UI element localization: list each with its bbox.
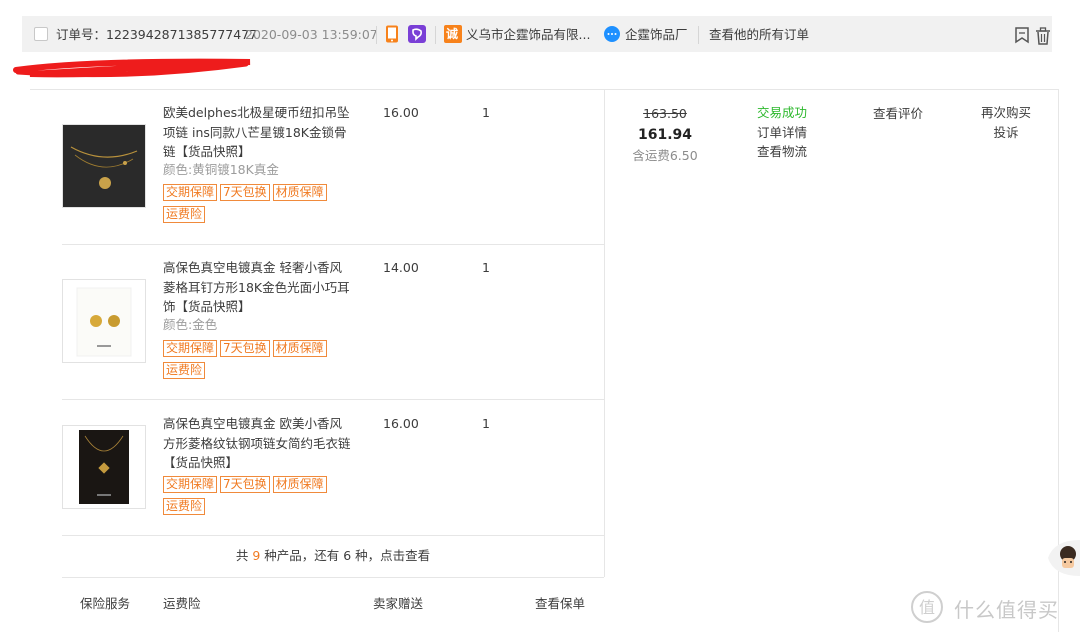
order-checkbox[interactable] — [34, 27, 48, 41]
order-number: 1223942871385777477 — [106, 27, 258, 42]
service-tag: 7天包换 — [220, 476, 270, 493]
more-text: 种产品，还有 — [260, 548, 344, 563]
svg-text:值: 值 — [919, 598, 935, 617]
service-tags: 交期保障 7天包换 材质保障运费险 — [163, 473, 353, 517]
trust-shop-badge-label: 诚 — [446, 27, 459, 41]
service-tag: 材质保障 — [272, 340, 327, 357]
row-divider — [62, 399, 604, 400]
product-sku: 颜色:金色 — [163, 317, 218, 332]
service-tag: 材质保障 — [272, 184, 327, 201]
seller-name-link[interactable]: 企霆饰品厂 — [625, 27, 688, 43]
all-orders-link[interactable]: 查看他的所有订单 — [709, 27, 809, 43]
service-tags: 交期保障 7天包换 材质保障运费险 — [163, 181, 353, 225]
status-badge: 交易成功 — [756, 105, 807, 120]
order-datetime: 2020-09-03 13:59:07 — [245, 27, 378, 42]
view-review-link[interactable]: 查看评价 — [873, 104, 923, 124]
table-top-border — [30, 89, 1058, 90]
watermark-text: 什么值得买 — [954, 598, 1059, 622]
product-title-link[interactable]: 欧美delphes北极星硬币纽扣吊坠项链 ins同款八芒星镀18K金锁骨链【货品… — [163, 103, 351, 162]
more-text: 共 — [235, 548, 253, 563]
order-number-label: 订单号： — [56, 27, 107, 42]
row-divider — [62, 535, 604, 536]
product-title[interactable]: 高保色真空电镀真金 欧美小香风方形菱格纹钛钢项链女简约毛衣链 — [163, 416, 351, 451]
snapshot-link[interactable]: 【货品快照】 — [176, 299, 251, 314]
chat-icon[interactable] — [604, 26, 620, 42]
unit-price: 16.00 — [383, 416, 419, 431]
flag-icon[interactable] — [1014, 27, 1030, 45]
complaint-link[interactable]: 投诉 — [966, 123, 1046, 143]
divider — [435, 26, 436, 44]
unit-price: 16.00 — [383, 105, 419, 120]
quantity: 1 — [482, 416, 490, 431]
more-text: 种，点击查看 — [351, 548, 431, 563]
order-status: 交易成功 订单详情 查看物流 — [742, 103, 822, 162]
service-tag: 7天包换 — [220, 340, 270, 357]
unit-price: 14.00 — [383, 260, 419, 275]
service-tag: 运费险 — [163, 498, 206, 515]
row-divider — [62, 577, 604, 578]
remaining-count: 6 — [343, 548, 352, 563]
shop-name-link[interactable]: 义乌市企霆饰品有限... — [466, 27, 590, 43]
paid-amount: 161.94 — [637, 126, 693, 143]
insurance-name: 运费险 — [163, 596, 201, 611]
service-tag: 7天包换 — [220, 184, 270, 201]
logistics-link[interactable]: 查看物流 — [742, 142, 822, 162]
order-detail-link[interactable]: 订单详情 — [742, 123, 822, 143]
price-summary: 163.50 161.94 含运费6.50 — [620, 104, 710, 165]
column-divider — [604, 89, 605, 577]
more-products-link[interactable]: 共 9 种产品，还有 6 种，点击查看 — [62, 545, 604, 564]
rebuy-button[interactable]: 再次购买 — [966, 103, 1046, 123]
original-price: 163.50 — [643, 106, 687, 121]
service-tags: 交期保障 7天包换 材质保障运费险 — [163, 337, 353, 381]
service-tag: 交期保障 — [163, 476, 218, 493]
service-tag: 交期保障 — [163, 184, 218, 201]
service-tag: 运费险 — [163, 362, 206, 379]
row-divider — [62, 244, 604, 245]
watermark-logo-icon: 值 — [910, 590, 944, 624]
quantity: 1 — [482, 260, 490, 275]
quantity: 1 — [482, 105, 490, 120]
insurance-label: 保险服务 — [80, 596, 131, 611]
trash-icon[interactable] — [1035, 27, 1051, 45]
service-tag: 运费险 — [163, 206, 206, 223]
service-tag: 交期保障 — [163, 340, 218, 357]
divider — [376, 26, 377, 44]
divider — [698, 26, 699, 44]
mascot-icon[interactable] — [1044, 538, 1080, 578]
snapshot-link[interactable]: 【货品快照】 — [176, 144, 251, 159]
product-thumbnail[interactable] — [62, 124, 146, 208]
product-thumbnail[interactable] — [62, 425, 146, 509]
insurance-giver: 卖家赠送 — [373, 596, 424, 611]
order-actions: 再次购买 投诉 — [966, 103, 1046, 142]
mobile-order-icon — [385, 25, 399, 43]
product-sku: 颜色:黄铜镀18K真金 — [163, 162, 279, 177]
product-title-link[interactable]: 高保色真空电镀真金 欧美小香风方形菱格纹钛钢项链女简约毛衣链【货品快照】 — [163, 414, 351, 473]
snapshot-link[interactable]: 【货品快照】 — [163, 455, 238, 470]
redaction-scribble — [10, 52, 260, 86]
shipping-fee-note: 含运费6.50 — [632, 147, 698, 163]
wangwang-icon[interactable] — [408, 25, 426, 43]
service-tag: 材质保障 — [272, 476, 327, 493]
product-thumbnail[interactable] — [62, 279, 146, 363]
product-title-link[interactable]: 高保色真空电镀真金 轻奢小香风菱格耳钉方形18K金色光面小巧耳饰【货品快照】 — [163, 258, 351, 317]
view-policy-link[interactable]: 查看保单 — [535, 593, 585, 612]
